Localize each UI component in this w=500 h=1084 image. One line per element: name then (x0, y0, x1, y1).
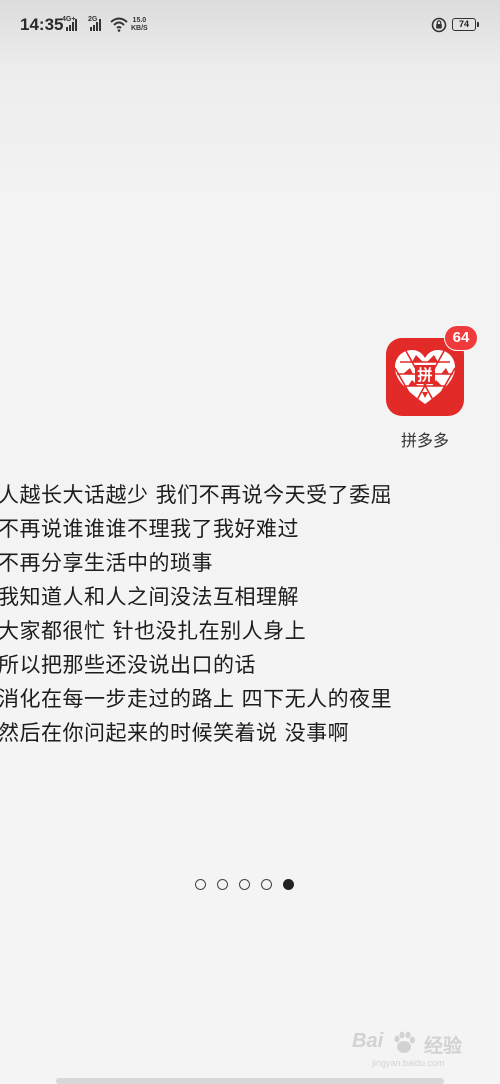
network-speed: 15.0 KB/S (131, 17, 148, 33)
status-bar: 14:35 4G+ 2G 15.0 KB/S 74 (0, 0, 500, 52)
lyrics-line: 消化在每一步走过的路上 四下无人的夜里 (0, 687, 393, 711)
app-label: 拼多多 (400, 431, 449, 450)
lyrics-line: 不再说谁谁谁不理我了我好难过 (0, 517, 299, 541)
watermark-brand-suffix: 经验 (424, 1036, 463, 1057)
lyrics-line: 不再分享生活中的琐事 (0, 551, 213, 575)
lyrics-line: 我知道人和人之间没法互相理解 (0, 585, 299, 609)
svg-text:拼: 拼 (417, 366, 432, 384)
network-speed-unit: KB/S (131, 25, 148, 32)
page-dot-3[interactable] (239, 879, 250, 890)
page-indicator[interactable] (195, 879, 294, 893)
page-dot-2[interactable] (217, 879, 228, 890)
cellular-signal-icon-1 (66, 19, 80, 31)
lyrics-line: 然后在你问起来的时候笑着说 没事啊 (0, 721, 350, 745)
home-indicator-bar[interactable] (56, 1078, 444, 1084)
page-dot-5-active[interactable] (283, 879, 294, 890)
cellular-signal-icon-2 (90, 19, 104, 31)
page-dot-4[interactable] (261, 879, 272, 890)
watermark-brand-prefix: Bai (352, 1030, 384, 1052)
rotation-lock-icon (431, 17, 447, 33)
network-speed-value: 15.0 (132, 17, 147, 24)
watermark-url: jingyan.baidu.com (372, 1058, 445, 1068)
baidu-paw-icon (394, 1031, 416, 1053)
lyrics-line: 人越长大话越少 我们不再说今天受了委屈 (0, 483, 393, 507)
status-time: 14:35 (20, 15, 64, 34)
lyrics-text-block: 人越长大话越少 我们不再说今天受了委屈 不再说谁谁谁不理我了我好难过 不再分享生… (0, 478, 500, 750)
lyrics-line: 所以把那些还没说出口的话 (0, 653, 256, 677)
notification-badge: 64 (444, 325, 478, 351)
baidu-jingyan-watermark: Bai 经验 jingyan.baidu.com (352, 1030, 482, 1074)
page-dot-1[interactable] (195, 879, 206, 890)
wifi-icon (110, 17, 128, 32)
lyrics-line: 大家都很忙 针也没扎在别人身上 (0, 619, 307, 643)
battery-icon: 74 (452, 18, 479, 31)
